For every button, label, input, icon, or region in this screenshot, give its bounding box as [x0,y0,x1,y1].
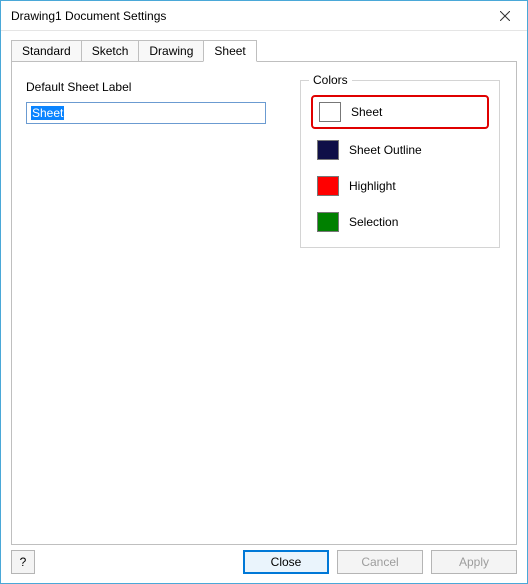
color-label-selection: Selection [349,215,398,229]
color-row-highlight[interactable]: Highlight [313,173,487,199]
close-icon[interactable] [483,1,527,31]
tab-standard[interactable]: Standard [11,40,82,61]
colors-legend: Colors [309,73,352,87]
color-row-selection[interactable]: Selection [313,209,487,235]
tab-drawing[interactable]: Drawing [138,40,204,61]
color-swatch-highlight[interactable] [317,176,339,196]
default-sheet-label-input[interactable]: Sheet [26,102,266,124]
titlebar: Drawing1 Document Settings [1,1,527,31]
help-icon: ? [20,555,27,569]
content-area: Standard Sketch Drawing Sheet Default Sh… [1,31,527,545]
color-swatch-selection[interactable] [317,212,339,232]
default-sheet-label-value: Sheet [31,106,64,120]
apply-button: Apply [431,550,517,574]
color-row-sheet-outline[interactable]: Sheet Outline [313,137,487,163]
tab-sketch[interactable]: Sketch [81,40,140,61]
color-swatch-sheet-outline[interactable] [317,140,339,160]
footer: ? Close Cancel Apply [1,545,527,583]
color-label-sheet-outline: Sheet Outline [349,143,422,157]
color-label-sheet: Sheet [351,105,382,119]
color-row-sheet[interactable]: Sheet [311,95,489,129]
color-label-highlight: Highlight [349,179,396,193]
tab-sheet[interactable]: Sheet [203,40,256,62]
help-button[interactable]: ? [11,550,35,574]
cancel-button: Cancel [337,550,423,574]
colors-group: Colors Sheet Sheet Outline Highlight Sel… [300,80,500,248]
tabs: Standard Sketch Drawing Sheet [11,39,517,61]
dialog-window: Drawing1 Document Settings Standard Sket… [0,0,528,584]
close-button[interactable]: Close [243,550,329,574]
color-swatch-sheet[interactable] [319,102,341,122]
left-column: Default Sheet Label Sheet [26,80,276,124]
default-sheet-label-caption: Default Sheet Label [26,80,276,94]
window-title: Drawing1 Document Settings [11,9,483,23]
tab-panel-sheet: Default Sheet Label Sheet Colors Sheet S… [11,61,517,545]
